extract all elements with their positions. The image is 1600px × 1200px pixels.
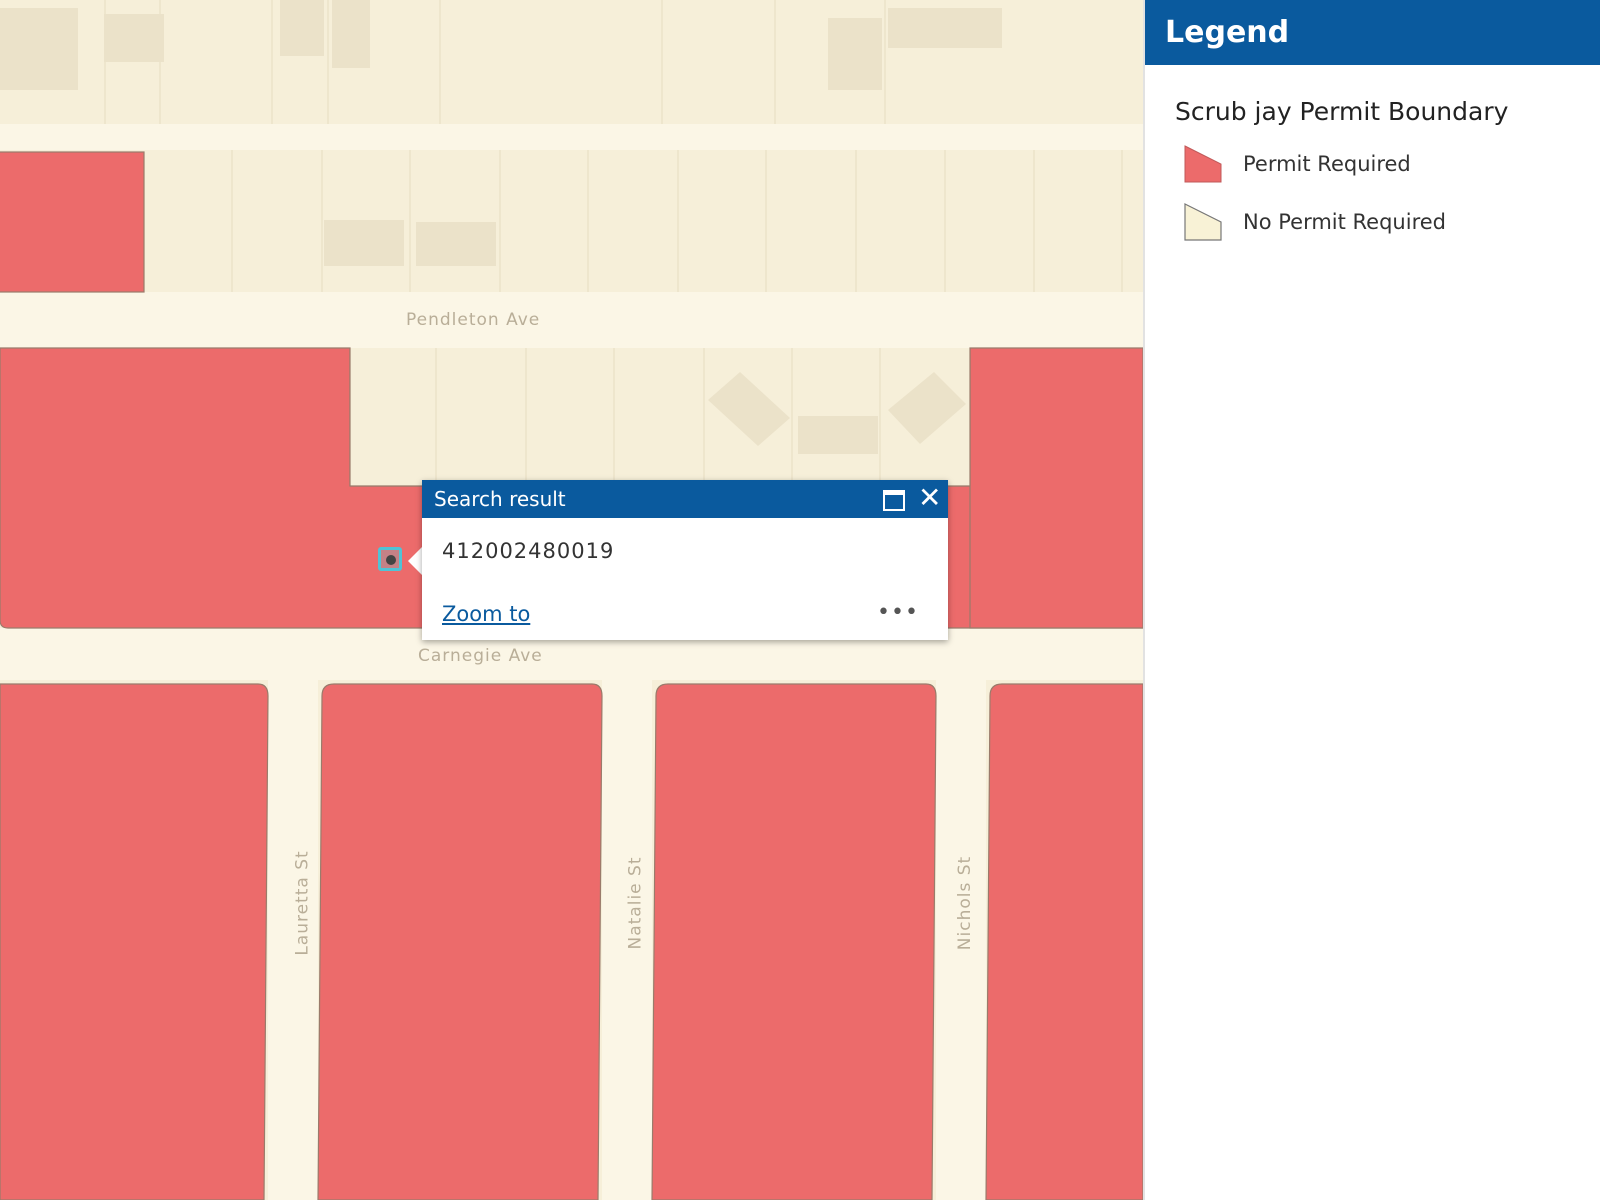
legend-item-no-permit-required: No Permit Required [1183, 202, 1600, 242]
legend-panel: Legend Scrub jay Permit Boundary Permit … [1143, 0, 1600, 1200]
legend-label: No Permit Required [1243, 210, 1446, 234]
maximize-icon[interactable] [883, 490, 905, 511]
street-label-natalie: Natalie St [625, 856, 646, 950]
more-options-icon[interactable]: ••• [877, 600, 919, 625]
parcel-permit[interactable] [317, 683, 603, 1200]
street-label-carnegie: Carnegie Ave [418, 646, 543, 666]
no-permit-swatch-icon [1184, 203, 1222, 241]
parcel-id-value: 412002480019 [442, 539, 615, 563]
legend-title: Legend [1165, 15, 1290, 50]
close-icon[interactable]: ✕ [918, 484, 941, 512]
parcel-permit[interactable] [651, 683, 937, 1200]
popup-title: Search result [434, 487, 566, 511]
parcel-permit[interactable] [969, 347, 1143, 629]
parcel-permit[interactable] [0, 151, 145, 293]
search-result-popup: Search result ✕ 412002480019 Zoom to ••• [422, 480, 948, 640]
zoom-to-link[interactable]: Zoom to [442, 602, 530, 626]
street-label-pendleton: Pendleton Ave [406, 310, 541, 330]
parcel-permit[interactable] [0, 683, 269, 1200]
street-label-lauretta: Lauretta St [292, 850, 313, 956]
marker-dot [386, 555, 396, 565]
road-pendleton [0, 292, 1143, 348]
search-result-marker[interactable] [378, 547, 402, 571]
legend-label: Permit Required [1243, 152, 1411, 176]
map-view[interactable]: Pendleton Ave Carnegie Ave Lauretta St N… [0, 0, 1143, 1200]
road-north [0, 124, 1143, 150]
legend-item-permit-required: Permit Required [1183, 144, 1600, 184]
street-label-nichols: Nichols St [955, 855, 976, 951]
legend-layer-title: Scrub jay Permit Boundary [1175, 97, 1509, 126]
legend-header: Legend [1145, 0, 1600, 65]
permit-required-swatch-icon [1184, 145, 1222, 183]
popup-header: Search result ✕ [422, 480, 948, 518]
parcel-permit[interactable] [985, 683, 1143, 1200]
